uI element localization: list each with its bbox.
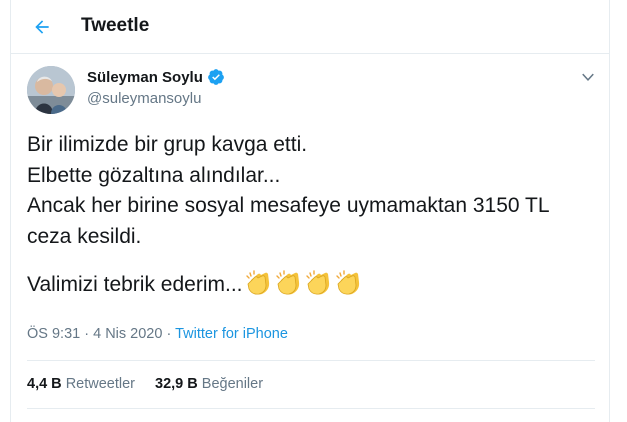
top-bar: Tweetle [11,0,609,54]
tweet-time[interactable]: ÖS 9:31 [27,326,80,342]
likes-stat[interactable]: 32,9 B Beğeniler [155,376,263,392]
clapping-hands-icon [305,270,333,306]
tweet-date[interactable]: 4 Nis 2020 [93,326,162,342]
divider [27,360,595,361]
divider [27,408,595,409]
page-title: Tweetle [81,15,150,36]
tweet-meta: ÖS 9:31 · 4 Nis 2020 · Twitter for iPhon… [27,326,288,342]
tweet-stats: 4,4 B Retweetler 32,9 B Beğeniler [27,376,283,392]
chevron-down-icon [582,73,594,82]
clapping-hands-icon [275,270,303,306]
author-name[interactable]: Süleyman Soylu [87,69,203,86]
back-button[interactable] [27,12,57,42]
retweets-stat[interactable]: 4,4 B Retweetler [27,376,135,392]
likes-label: Beğeniler [201,376,264,392]
meta-separator: · [84,326,90,342]
clap-emojis [243,270,363,296]
verified-badge-icon [208,69,224,85]
tweet-closing-line: Valimizi tebrik ederim... [27,270,597,306]
avatar[interactable] [27,66,75,114]
tweet-text: Bir ilimizde bir grup kavga etti. Elbett… [27,130,597,306]
tweet-line: Ancak her birine sosyal mesafeye uymamak… [27,194,550,217]
clapping-hands-icon [245,270,273,306]
tweet-line: ceza kesildi. [27,224,142,248]
more-options-button[interactable] [577,66,599,88]
clapping-hands-icon [335,270,363,306]
tweet-closing-text: Valimizi tebrik ederim... [27,273,243,296]
author-name-row: Süleyman Soylu [87,68,225,86]
tweet-line: Elbette gözaltına alındılar... [27,163,281,187]
tweet-line: Bir ilimizde bir grup kavga etti. [27,133,308,156]
retweets-count: 4,4 B [27,376,62,392]
retweets-label: Retweetler [65,376,136,392]
likes-count: 32,9 B [155,376,198,392]
author-handle[interactable]: @suleymansoylu [87,90,201,107]
tweet-page: Tweetle Süleyman Soylu @suleymansoylu Bi… [10,0,610,422]
tweet-source-link[interactable]: Twitter for iPhone [175,326,288,342]
arrow-left-icon [35,20,49,34]
meta-separator: · [166,326,172,342]
